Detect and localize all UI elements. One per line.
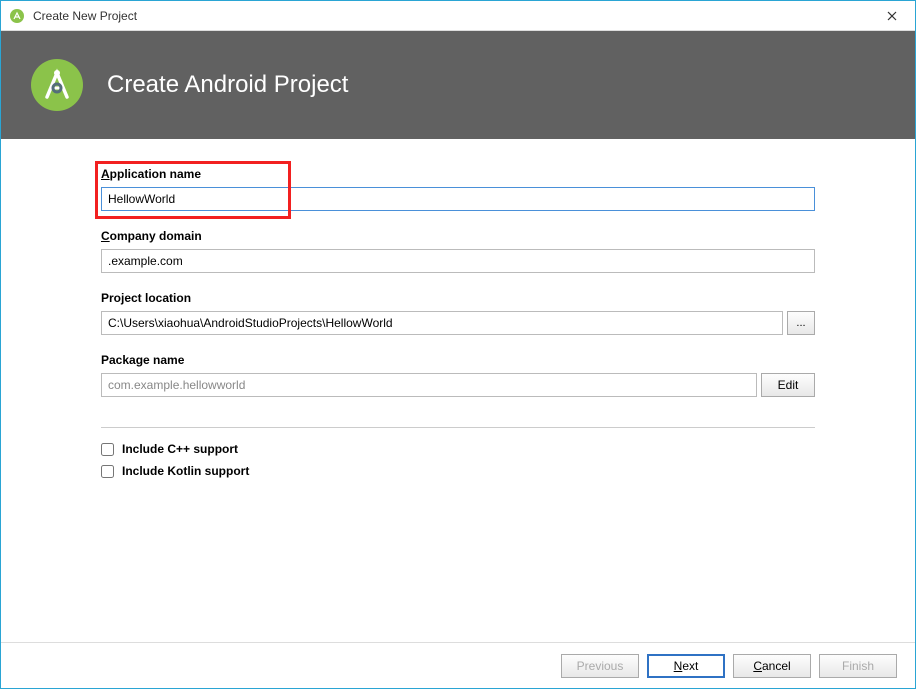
separator <box>101 427 815 428</box>
previous-button: Previous <box>561 654 639 678</box>
android-studio-icon <box>9 8 25 24</box>
banner-title: Create Android Project <box>107 71 348 99</box>
kotlin-support-row: Include Kotlin support <box>101 464 815 478</box>
application-name-group: Application name <box>101 167 815 211</box>
kotlin-support-checkbox[interactable] <box>101 465 114 478</box>
close-button[interactable] <box>869 1 915 31</box>
cpp-support-checkbox[interactable] <box>101 443 114 456</box>
footer-buttons: Previous Next Cancel Finish <box>1 642 915 688</box>
application-name-label: Application name <box>101 167 815 181</box>
next-button[interactable]: Next <box>647 654 725 678</box>
header-banner: Create Android Project <box>1 31 915 139</box>
edit-package-button[interactable]: Edit <box>761 373 815 397</box>
content-area: Application name Company domain Project … <box>1 139 915 642</box>
project-location-group: Project location ... <box>101 291 815 335</box>
finish-button: Finish <box>819 654 897 678</box>
project-location-label: Project location <box>101 291 815 305</box>
android-studio-logo <box>29 57 85 113</box>
browse-button[interactable]: ... <box>787 311 815 335</box>
wizard-window: Create New Project Create Android Projec… <box>0 0 916 689</box>
window-title: Create New Project <box>33 9 137 23</box>
company-domain-input[interactable] <box>101 249 815 273</box>
application-name-input[interactable] <box>101 187 815 211</box>
company-domain-label: Company domain <box>101 229 815 243</box>
cpp-support-row: Include C++ support <box>101 442 815 456</box>
company-domain-group: Company domain <box>101 229 815 273</box>
package-name-group: Package name Edit <box>101 353 815 397</box>
project-location-input[interactable] <box>101 311 783 335</box>
kotlin-support-label[interactable]: Include Kotlin support <box>122 464 249 478</box>
titlebar: Create New Project <box>1 1 915 31</box>
cancel-button[interactable]: Cancel <box>733 654 811 678</box>
cpp-support-label[interactable]: Include C++ support <box>122 442 238 456</box>
package-name-label: Package name <box>101 353 815 367</box>
package-name-input <box>101 373 757 397</box>
